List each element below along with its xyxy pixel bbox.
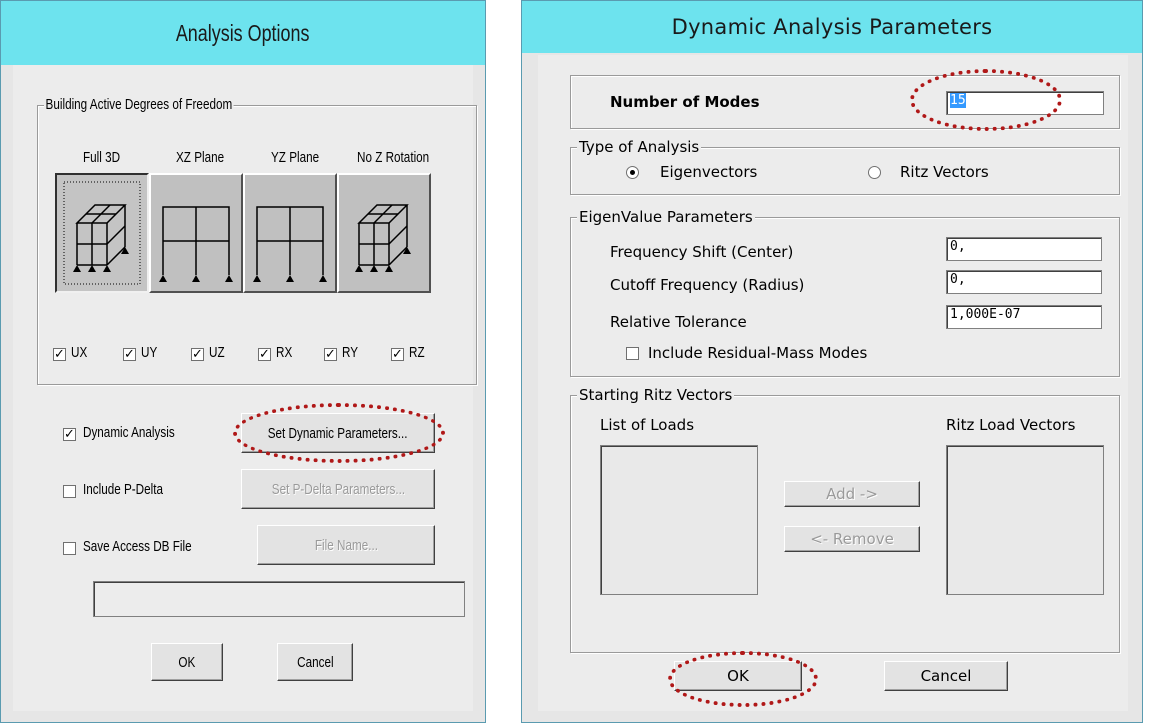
list-of-loads-label: List of Loads bbox=[600, 416, 695, 434]
dof-full3d-button[interactable] bbox=[55, 173, 149, 293]
relative-tolerance-field[interactable]: 1,000E-07 bbox=[946, 305, 1102, 329]
uz-label: UZ bbox=[209, 344, 225, 361]
frequency-shift-label: Frequency Shift (Center) bbox=[610, 243, 794, 261]
rx-label: RX bbox=[276, 344, 293, 361]
uy-label: UY bbox=[141, 344, 158, 361]
analysis-options-ok-button[interactable]: OK bbox=[151, 643, 223, 681]
dynamic-analysis-checkbox[interactable]: ✓ bbox=[63, 428, 76, 441]
ry-label: RY bbox=[342, 344, 359, 361]
include-residual-mass-label: Include Residual-Mass Modes bbox=[648, 344, 868, 362]
dof-label-noz: No Z Rotation bbox=[357, 149, 430, 166]
dof-yz-plane-button[interactable] bbox=[243, 173, 337, 293]
list-of-loads-listbox[interactable] bbox=[600, 445, 758, 595]
number-of-modes-label: Number of Modes bbox=[610, 93, 760, 111]
eigenvectors-radio[interactable] bbox=[626, 166, 639, 179]
analysis-options-title: Analysis Options bbox=[176, 19, 310, 46]
rz-label: RZ bbox=[409, 344, 425, 361]
file-name-field[interactable] bbox=[93, 581, 465, 617]
ry-checkbox[interactable]: ✓ bbox=[324, 348, 337, 361]
yz-plane-frame-icon bbox=[253, 206, 327, 282]
include-p-delta-checkbox[interactable] bbox=[63, 485, 76, 498]
ritz-vectors-label: Ritz Vectors bbox=[900, 163, 989, 181]
file-name-button[interactable]: File Name... bbox=[257, 525, 435, 565]
dynamic-params-title: Dynamic Analysis Parameters bbox=[671, 15, 993, 39]
dof-label-yz: YZ Plane bbox=[271, 149, 320, 166]
rz-checkbox[interactable]: ✓ bbox=[391, 348, 404, 361]
dynamic-params-cancel-button[interactable]: Cancel bbox=[884, 661, 1008, 691]
rx-checkbox[interactable]: ✓ bbox=[258, 348, 271, 361]
add-load-button[interactable]: Add -> bbox=[784, 481, 920, 507]
analysis-options-cancel-button[interactable]: Cancel bbox=[277, 643, 353, 681]
ritz-load-vectors-listbox[interactable] bbox=[946, 445, 1104, 595]
ux-checkbox[interactable]: ✓ bbox=[53, 348, 66, 361]
analysis-options-dialog: Analysis Options Building Active Degrees… bbox=[0, 0, 486, 723]
eigenvectors-label: Eigenvectors bbox=[660, 163, 758, 181]
ritz-vectors-radio[interactable] bbox=[868, 166, 881, 179]
dynamic-analysis-label: Dynamic Analysis bbox=[83, 424, 175, 441]
full-3d-frame-icon bbox=[63, 181, 141, 285]
dynamic-analysis-parameters-dialog: Dynamic Analysis Parameters Number of Mo… bbox=[521, 0, 1143, 723]
no-z-rotation-frame-icon bbox=[355, 204, 411, 272]
dof-no-z-rotation-button[interactable] bbox=[337, 173, 431, 293]
dof-label-xz: XZ Plane bbox=[176, 149, 225, 166]
frequency-shift-field[interactable]: 0, bbox=[946, 237, 1102, 261]
ux-label: UX bbox=[71, 344, 88, 361]
uz-checkbox[interactable]: ✓ bbox=[191, 348, 204, 361]
analysis-options-titlebar[interactable]: Analysis Options bbox=[1, 1, 485, 65]
dof-xz-plane-button[interactable] bbox=[149, 173, 243, 293]
starting-ritz-vectors-label: Starting Ritz Vectors bbox=[577, 386, 735, 404]
include-p-delta-label: Include P-Delta bbox=[83, 481, 163, 498]
relative-tolerance-label: Relative Tolerance bbox=[610, 313, 747, 331]
include-residual-mass-checkbox[interactable] bbox=[626, 347, 639, 360]
type-of-analysis-group: Type of Analysis bbox=[570, 139, 1120, 195]
analysis-options-body: Building Active Degrees of Freedom Full … bbox=[13, 65, 477, 711]
xz-plane-frame-icon bbox=[159, 206, 233, 282]
ritz-load-vectors-label: Ritz Load Vectors bbox=[946, 416, 1076, 434]
save-access-db-checkbox[interactable] bbox=[63, 542, 76, 555]
uy-checkbox[interactable]: ✓ bbox=[123, 348, 136, 361]
dynamic-params-titlebar[interactable]: Dynamic Analysis Parameters bbox=[522, 1, 1142, 53]
type-of-analysis-label: Type of Analysis bbox=[577, 138, 702, 156]
eigenvalue-parameters-label: EigenValue Parameters bbox=[577, 208, 755, 226]
highlight-ellipse-dynamic-parameters bbox=[233, 403, 445, 463]
set-p-delta-parameters-button[interactable]: Set P-Delta Parameters... bbox=[241, 469, 435, 509]
highlight-ellipse-ok bbox=[668, 651, 818, 707]
dof-label-full3d: Full 3D bbox=[83, 149, 121, 166]
cutoff-frequency-field[interactable]: 0, bbox=[946, 270, 1102, 294]
dof-group-label: Building Active Degrees of Freedom bbox=[44, 96, 234, 113]
dynamic-params-body: Number of Modes 15 Type of Analysis Eige… bbox=[538, 55, 1128, 711]
remove-load-button[interactable]: <- Remove bbox=[784, 526, 920, 552]
save-access-db-label: Save Access DB File bbox=[83, 538, 192, 555]
highlight-ellipse-number-of-modes bbox=[910, 69, 1062, 131]
cutoff-frequency-label: Cutoff Frequency (Radius) bbox=[610, 276, 805, 294]
